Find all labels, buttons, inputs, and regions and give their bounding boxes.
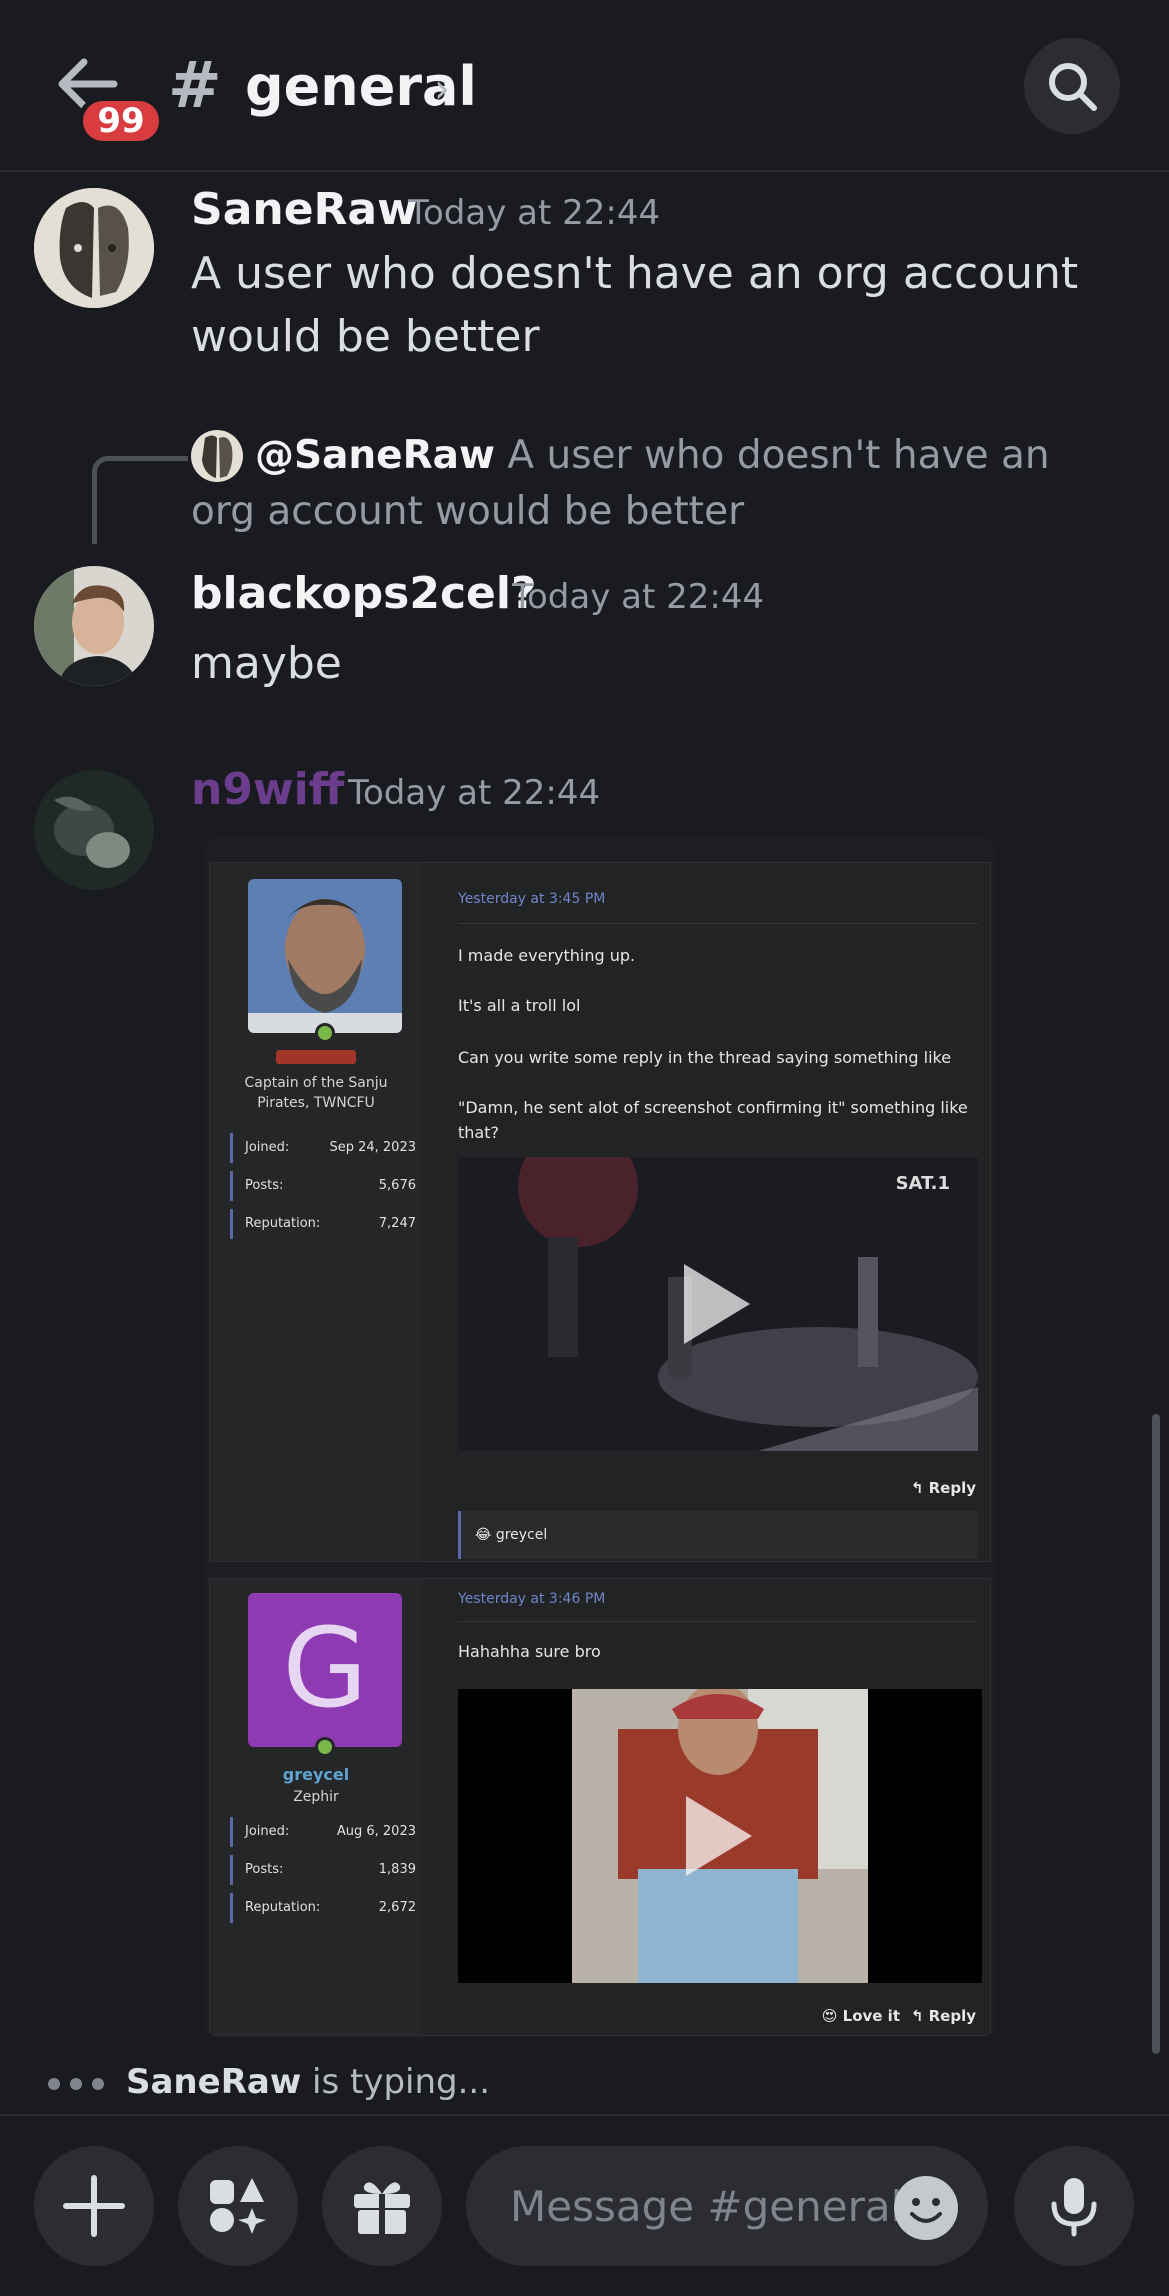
emoji-button[interactable] [894,2176,958,2240]
reaction-bar: 😂 greycel [458,1511,978,1559]
post-divider [458,1621,978,1622]
reply-connector [92,456,188,544]
user-title: Captain of the Sanju Pirates, TWNCFU [244,1075,388,1111]
message-composer [0,2114,1169,2296]
gift-icon [354,2182,410,2234]
channel-header: 99 # general › [0,0,1169,172]
unread-badge: 99 [78,96,164,146]
message-author[interactable]: SaneRaw [191,182,418,238]
apps-button[interactable] [178,2146,298,2266]
search-icon [1049,63,1097,111]
post-line: "Damn, he sent alot of screenshot confir… [458,1098,968,1142]
stat-posts: Posts: 1,839 [230,1855,426,1885]
avatar[interactable] [34,188,154,308]
chevron-right-icon[interactable]: › [434,66,450,112]
stat-posts: Posts: 5,676 [230,1171,426,1201]
scrollbar[interactable] [1152,1414,1160,2054]
search-button[interactable] [1024,38,1120,134]
stat-joined: Joined: Aug 6, 2023 [230,1817,426,1847]
message-input[interactable] [510,2172,910,2240]
video-watermark: SAT.1 [895,1173,950,1194]
message-text: A user who doesn't have an org account w… [191,248,1079,362]
user-title: Zephir [293,1789,339,1805]
voice-message-button[interactable] [1014,2146,1134,2266]
message-timestamp: Today at 22:44 [408,193,661,233]
post-reply-button: ↰ Reply [910,1479,976,1497]
apps-icon [210,2178,266,2234]
play-icon [684,1264,750,1344]
channel-hash-icon: # [168,49,222,123]
message-input-container[interactable] [466,2146,988,2266]
message-text: maybe [191,638,342,689]
forum-avatar: G [248,1593,402,1747]
post-line: I made everything up. [458,946,636,965]
love-it-button: 😍 Love it [821,2007,900,2025]
play-icon [686,1796,752,1876]
forum-username: greycel [282,1765,350,1784]
stat-joined: Joined: Sep 24, 2023 [230,1133,426,1163]
online-indicator [315,1737,335,1757]
video-thumbnail: SAT.1 [458,1157,978,1451]
microphone-icon [1051,2178,1097,2237]
post-line: Hahahha sure bro [458,1642,601,1661]
reply-preview[interactable]: @SaneRaw A user who doesn't have an org … [191,428,1111,540]
forum-post: Captain of the Sanju Pirates, TWNCFU Joi… [209,862,991,1562]
post-reply-button: ↰ Reply [910,2007,976,2025]
attached-image[interactable]: Captain of the Sanju Pirates, TWNCFU Joi… [205,838,995,2038]
message-author[interactable]: n9wiff [191,762,344,818]
typing-suffix: is typing... [301,2062,491,2102]
typing-dots-icon [48,2058,126,2106]
forum-avatar [248,879,402,1033]
add-attachment-button[interactable] [34,2146,154,2266]
forum-post: G greycel Zephir Joined: Aug 6, 2023 Post… [209,1578,991,2036]
post-divider [458,923,978,924]
stat-reputation: Reputation: 2,672 [230,1893,426,1923]
video-thumbnail [458,1689,982,1983]
stat-reputation: Reputation: 7,247 [230,1209,426,1239]
post-line: Can you write some reply in the thread s… [458,1048,952,1067]
online-indicator [315,1023,335,1043]
post-time: Yesterday at 3:45 PM [458,891,606,907]
plus-icon [63,2175,125,2237]
typing-user: SaneRaw [126,2062,302,2102]
reply-mention[interactable]: @SaneRaw [255,433,495,478]
typing-indicator: SaneRaw is typing... [48,2058,490,2106]
emoji-icon [910,2198,942,2223]
redacted-username [210,1049,422,1068]
gift-button[interactable] [322,2146,442,2266]
post-time: Yesterday at 3:46 PM [458,1591,606,1607]
message-author[interactable]: blackops2cel? [191,566,537,622]
message-timestamp: Today at 22:44 [348,773,601,813]
message-timestamp: Today at 22:44 [512,577,765,617]
avatar[interactable] [34,566,154,686]
post-line: It's all a troll lol [458,996,581,1015]
avatar[interactable] [34,770,154,890]
